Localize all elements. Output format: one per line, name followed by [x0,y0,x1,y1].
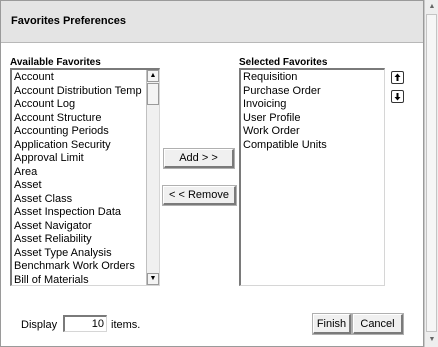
arrow-down-icon [394,93,401,101]
list-item[interactable]: Account Log [14,98,159,112]
list-item[interactable]: Bill of Materials [14,274,159,286]
list-item[interactable]: Account [14,71,159,85]
selected-favorites-list[interactable]: Requisition Purchase Order Invoicing User P… [239,68,385,286]
list-item[interactable]: Asset Type Analysis [14,247,159,261]
list-item[interactable]: Account Distribution Temp [14,85,159,99]
move-up-button[interactable] [391,71,404,84]
remove-button[interactable]: < < Remove [162,185,237,206]
move-down-button[interactable] [391,90,404,103]
favorites-preferences-dialog: Favorites Preferences Available Favorite… [0,0,424,347]
list-item[interactable]: Asset Class [14,193,159,207]
list-item[interactable]: Asset Navigator [14,220,159,234]
cancel-button[interactable]: Cancel [352,313,404,335]
list-item[interactable]: Approval Limit [14,152,159,166]
scroll-down-icon[interactable]: ▼ [147,273,159,285]
display-count-input[interactable] [63,315,107,332]
list-item[interactable]: Work Order [243,125,384,139]
list-item[interactable]: Area [14,166,159,180]
display-label: Display [21,319,58,331]
arrow-up-icon [394,73,401,81]
list-item[interactable]: User Profile [243,112,384,126]
scroll-up-icon[interactable]: ▲ [147,70,159,82]
finish-button[interactable]: Finish [312,313,352,335]
list-item[interactable]: Asset [14,179,159,193]
list-item[interactable]: Asset Reliability [14,233,159,247]
page-scroll-up-icon[interactable]: ▲ [427,2,437,12]
list-item[interactable]: Accounting Periods [14,125,159,139]
available-favorites-label: Available Favorites [10,57,101,68]
list-item[interactable]: Compatible Units [243,139,384,153]
list-item[interactable]: Account Structure [14,112,159,126]
selected-favorites-label: Selected Favorites [239,57,328,68]
page-scroll-down-icon[interactable]: ▼ [427,335,437,345]
page-scrollbar[interactable]: ▲ ▼ [424,0,438,347]
list-item[interactable]: Invoicing [243,98,384,112]
page-scroll-thumb[interactable] [426,14,437,332]
list-item[interactable]: Requisition [243,71,384,85]
add-button[interactable]: Add > > [163,148,235,169]
scroll-thumb[interactable] [147,83,159,105]
list-item[interactable]: Asset Inspection Data [14,206,159,220]
available-list-scrollbar[interactable]: ▲ ▼ [146,70,159,285]
dialog-titlebar: Favorites Preferences [1,1,423,43]
available-favorites-list[interactable]: Account Account Distribution Temp Account … [10,68,160,286]
list-item[interactable]: Purchase Order [243,85,384,99]
list-item[interactable]: Benchmark Work Orders [14,260,159,274]
items-label: items. [111,319,141,331]
dialog-title: Favorites Preferences [11,15,126,27]
list-item[interactable]: Application Security [14,139,159,153]
